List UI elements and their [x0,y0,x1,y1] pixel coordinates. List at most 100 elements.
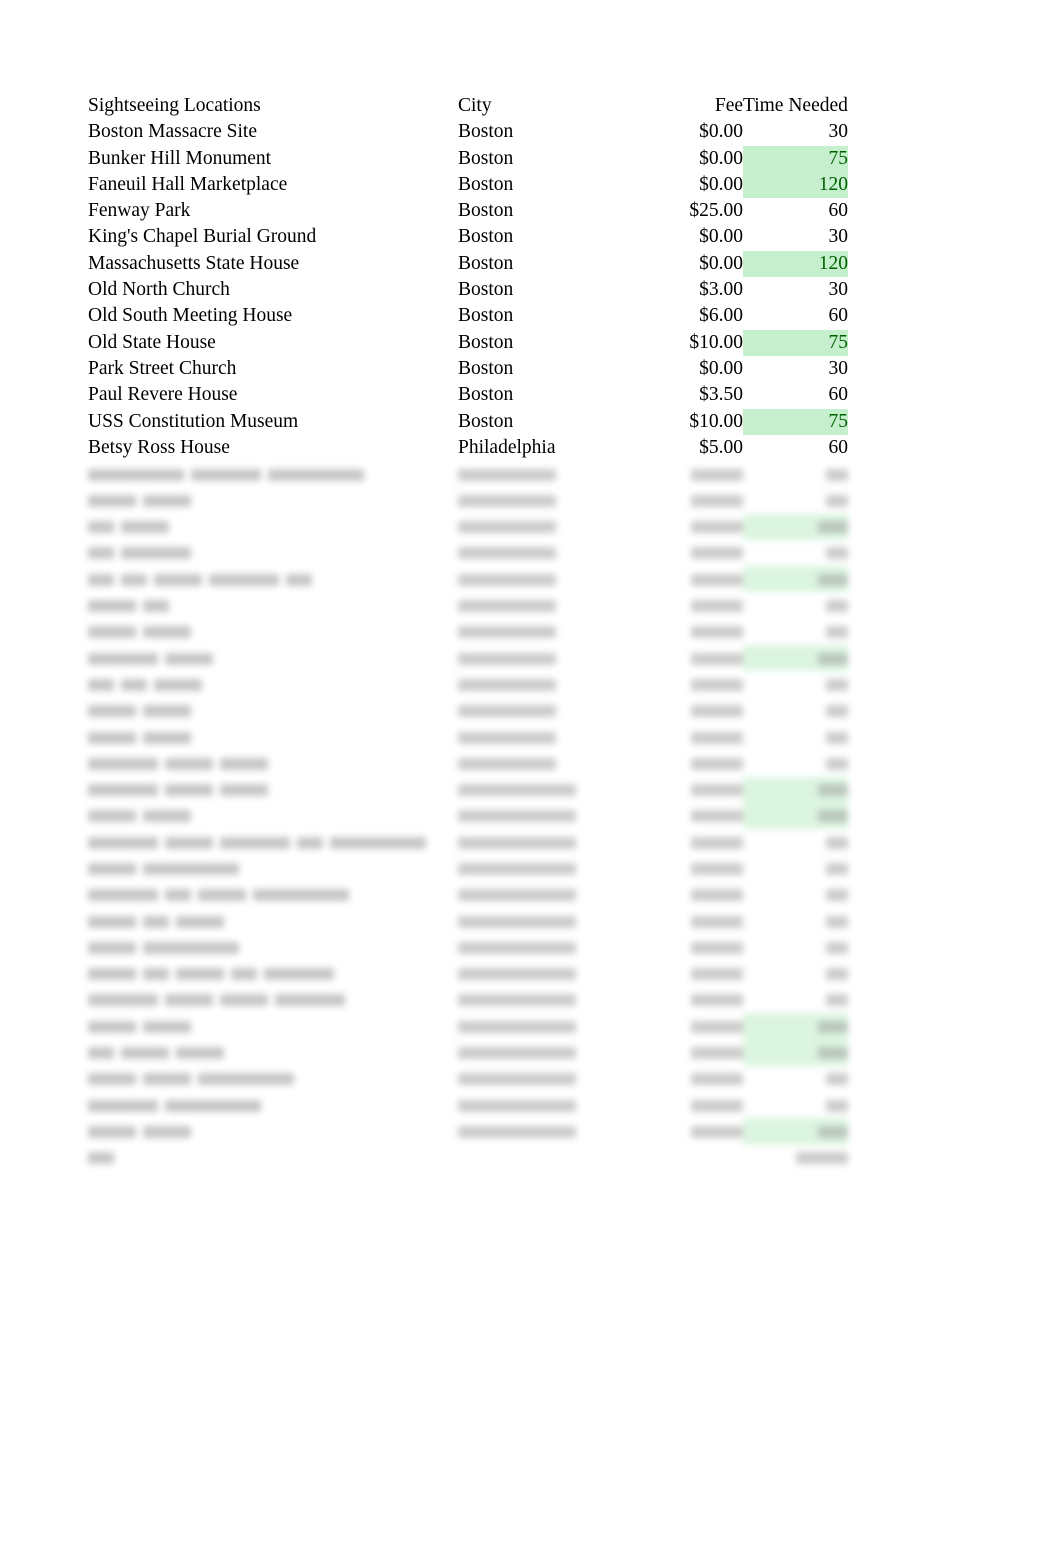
table-row: Fenway Park Boston $25.00 60 [88,198,848,224]
obscured-cell-city [458,698,663,724]
obscured-cell-city [458,934,663,960]
obscured-text-fragment [88,757,158,770]
obscured-cell-location [88,1092,458,1118]
obscured-text-fragment [88,468,184,481]
obscured-cell-location [88,934,458,960]
cell-time-needed: 75 [743,329,848,356]
obscured-cell-city [458,487,663,513]
obscured-text-fragment [818,573,848,586]
obscured-table-row [88,855,848,881]
cell-time-needed: 75 [743,145,848,172]
obscured-cell-time-needed [743,461,848,487]
obscured-text-fragment [143,862,239,875]
obscured-text-fragment [826,678,848,691]
obscured-cell-location [88,592,458,618]
table-row: Massachusetts State House Boston $0.00 120 [88,250,848,278]
obscured-cell-time-needed [743,750,848,776]
obscured-cell-location [88,566,458,592]
obscured-total-row [88,1145,848,1171]
obscured-text-fragment [691,731,743,744]
cell-city: Boston [458,331,514,353]
cell-location: Old North Church [88,279,230,301]
obscured-text-fragment [458,652,556,665]
obscured-text-fragment [198,889,246,902]
obscured-text-fragment [826,731,848,744]
obscured-text-fragment [826,836,848,849]
obscured-cell-city [458,1040,663,1066]
obscured-cell-location [88,1040,458,1066]
obscured-text-fragment [458,573,556,586]
obscured-text-fragment [88,731,136,744]
column-header-fee: Fee [714,95,743,116]
cell-time-needed: 30 [828,357,849,379]
obscured-cell-fee [663,1118,743,1144]
obscured-text-fragment [268,468,364,481]
obscured-text-fragment [458,494,556,507]
obscured-text-fragment [88,1125,136,1138]
obscured-text-fragment [88,836,158,849]
cell-city: Boston [458,226,514,248]
cell-city: Boston [458,121,514,143]
obscured-table-row [88,724,848,750]
obscured-text-fragment [691,573,743,586]
obscured-text-fragment [88,968,136,981]
obscured-cell-time-needed [743,619,848,645]
obscured-cell-time-needed [743,487,848,513]
obscured-cell-fee [663,1013,743,1039]
obscured-text-fragment [826,600,848,613]
obscured-cell-fee [663,671,743,697]
obscured-text-fragment [165,757,213,770]
obscured-text-fragment [176,968,224,981]
obscured-text-fragment [220,994,268,1007]
obscured-table-row [88,750,848,776]
cell-fee: $0.00 [699,357,743,379]
obscured-cell-location [88,619,458,645]
obscured-text-fragment [88,1047,114,1060]
obscured-cell-location [88,487,458,513]
cell-fee: $3.00 [699,279,743,301]
obscured-table [88,461,848,1171]
obscured-cell-time-needed [743,671,848,697]
obscured-text-fragment [88,652,158,665]
cell-time-needed: 30 [828,121,849,143]
obscured-text-fragment [165,836,213,849]
obscured-text-fragment [691,652,743,665]
table-header-row: Sightseeing Locations City Fee Time Need… [88,93,848,119]
obscured-cell-city [458,592,663,618]
obscured-table-row [88,1092,848,1118]
obscured-text-fragment [143,810,191,823]
sightseeing-table: Sightseeing Locations City Fee Time Need… [88,93,848,461]
obscured-text-fragment [121,573,147,586]
obscured-text-fragment [121,1047,169,1060]
cell-city: Boston [458,410,514,432]
cell-location: USS Constitution Museum [88,410,299,432]
obscured-text-fragment [88,494,136,507]
obscured-text-fragment [121,521,169,534]
obscured-text-fragment [691,784,743,797]
obscured-text-fragment [458,784,576,797]
table-row: Boston Massacre Site Boston $0.00 30 [88,119,848,145]
cell-time-needed: 30 [828,226,849,248]
obscured-text-fragment [458,836,576,849]
obscured-table-body [88,461,848,1171]
obscured-cell-fee [663,1040,743,1066]
obscured-text-fragment [458,810,576,823]
obscured-text-fragment [458,468,556,481]
cell-time-needed: 60 [828,384,849,406]
obscured-cell-city [458,908,663,934]
obscured-cell-city [458,829,663,855]
cell-location: Old South Meeting House [88,305,293,327]
obscured-text-fragment [143,1073,191,1086]
obscured-total-city-spacer [458,1145,663,1171]
obscured-cell-fee [663,750,743,776]
obscured-cell-time-needed [743,566,848,593]
obscured-cell-fee [663,987,743,1013]
obscured-table-row [88,1066,848,1092]
cell-location: Bunker Hill Monument [88,147,272,169]
obscured-text-fragment [121,678,147,691]
cell-city: Boston [458,305,514,327]
obscured-cell-time-needed [743,829,848,855]
obscured-cell-fee [663,724,743,750]
obscured-text-fragment [143,941,239,954]
cell-fee: $0.00 [699,252,743,274]
